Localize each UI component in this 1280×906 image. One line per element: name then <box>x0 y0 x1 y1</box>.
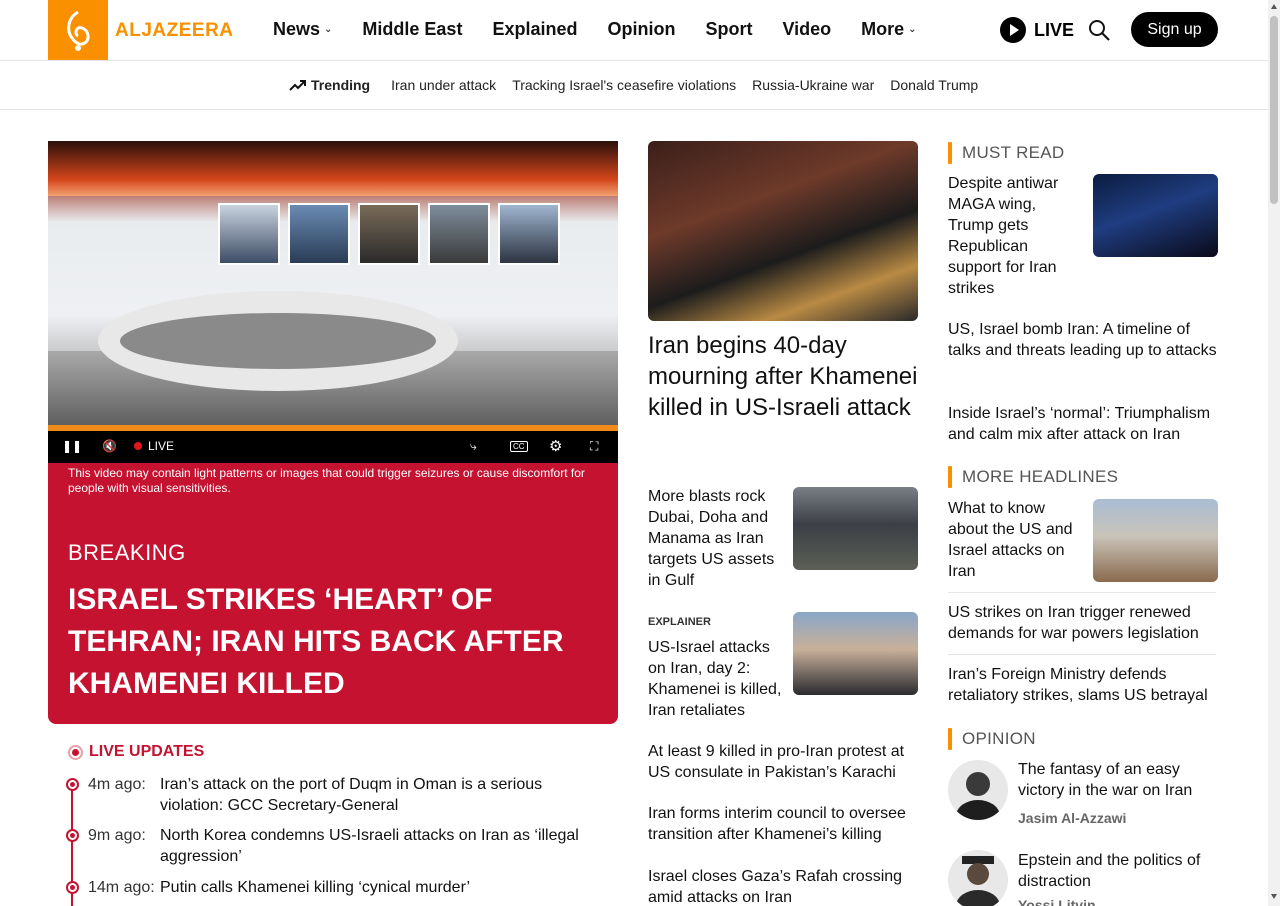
pause-icon[interactable]: ❚❚ <box>62 439 82 453</box>
breaking-label: BREAKING <box>68 540 186 565</box>
opinion-author[interactable]: Jasim Al-Azzawi <box>1018 810 1126 826</box>
video-live-indicator: LIVE <box>134 439 174 453</box>
video-guest-screen <box>498 203 560 265</box>
search-icon[interactable] <box>1087 18 1111 42</box>
breaking-news-box[interactable]: This video may contain light patterns or… <box>48 463 618 724</box>
more-headlines-title: MORE HEADLINES <box>948 466 1118 488</box>
seizure-warning: This video may contain light patterns or… <box>68 466 585 495</box>
author-avatar[interactable] <box>948 760 1008 820</box>
mid-story-title[interactable]: US-Israel attacks on Iran, day 2: Khamen… <box>648 637 788 721</box>
city-skyline-photo[interactable] <box>1093 499 1218 582</box>
update-text[interactable]: Putin calls Khamenei killing ‘cynical mu… <box>160 877 590 898</box>
nav-sport[interactable]: Sport <box>705 19 752 40</box>
mid-story-title[interactable]: More blasts rock Dubai, Doha and Manama … <box>648 486 788 591</box>
trending-link[interactable]: Russia-Ukraine war <box>752 77 874 93</box>
signup-button[interactable]: Sign up <box>1131 12 1218 47</box>
must-read-feature[interactable]: Despite antiwar MAGA wing, Trump gets Re… <box>948 173 1073 299</box>
scroll-down-arrow-icon[interactable] <box>1271 894 1277 899</box>
must-read-link[interactable]: US, Israel bomb Iran: A timeline of talk… <box>948 319 1218 361</box>
update-time: 14m ago: <box>88 879 155 896</box>
opinion-title: OPINION <box>948 728 1036 750</box>
nav-opinion[interactable]: Opinion <box>607 19 675 40</box>
dubai-smoke-photo[interactable] <box>793 487 918 570</box>
main-nav: News ⌄ Middle East Explained Opinion Spor… <box>273 19 947 40</box>
video-guest-screen <box>358 203 420 265</box>
opinion-title-link[interactable]: The fantasy of an easy victory in the wa… <box>1018 759 1218 801</box>
nav-more[interactable]: More ⌄ <box>861 19 916 40</box>
update-time: 4m ago: <box>88 776 146 793</box>
section-accent-bar <box>948 466 952 488</box>
live-dot-icon <box>134 442 142 450</box>
video-guest-screen <box>428 203 490 265</box>
author-avatar[interactable] <box>948 850 1008 906</box>
live-pulse-icon <box>68 744 83 760</box>
mid-link[interactable]: Israel closes Gaza’s Rafah crossing amid… <box>648 866 918 906</box>
mid-main-headline[interactable]: Iran begins 40-day mourning after Khamen… <box>648 330 918 423</box>
opinion-author[interactable]: Yossi Litvin <box>1018 897 1096 906</box>
mourning-photo[interactable] <box>648 141 918 321</box>
live-button[interactable]: LIVE <box>1000 17 1074 43</box>
settings-gear-icon[interactable]: ⚙ <box>549 437 562 455</box>
live-video-player[interactable] <box>48 141 618 431</box>
captions-icon[interactable]: CC <box>510 441 528 452</box>
must-read-title: MUST READ <box>948 142 1065 164</box>
opinion-title-link[interactable]: Epstein and the politics of distraction <box>1018 850 1218 892</box>
update-time: 9m ago: <box>88 827 146 844</box>
scroll-up-arrow-icon[interactable] <box>1271 4 1277 9</box>
video-guest-screen <box>288 203 350 265</box>
more-headlines-link[interactable]: Iran’s Foreign Ministry defends retaliat… <box>948 664 1218 706</box>
timeline-dot-icon <box>66 829 79 842</box>
timeline-dot-icon <box>66 778 79 791</box>
update-text[interactable]: North Korea condemns US-Israeli attacks … <box>160 825 590 867</box>
trending-link[interactable]: Donald Trump <box>890 77 978 93</box>
tehran-crowd-photo[interactable] <box>793 612 918 695</box>
video-studio-ceiling <box>48 141 618 196</box>
trending-link[interactable]: Tracking Israel's ceasefire violations <box>512 77 736 93</box>
trending-link[interactable]: Iran under attack <box>391 77 496 93</box>
live-update-item[interactable]: 14m ago: Putin calls Khamenei killing ‘c… <box>66 877 596 899</box>
must-read-link[interactable]: Inside Israel’s ‘normal’: Triumphalism a… <box>948 403 1218 445</box>
nav-news[interactable]: News ⌄ <box>273 19 332 40</box>
mid-link[interactable]: At least 9 killed in pro-Iran protest at… <box>648 741 918 783</box>
site-header: ALJAZEERA News ⌄ Middle East Explained Op… <box>0 0 1268 61</box>
play-icon <box>1000 17 1026 43</box>
divider <box>948 654 1216 655</box>
divider <box>948 592 1216 593</box>
nav-video[interactable]: Video <box>782 19 831 40</box>
section-accent-bar <box>948 142 952 164</box>
share-icon[interactable]: ⤷ <box>470 439 477 454</box>
scroll-thumb[interactable] <box>1270 16 1278 204</box>
logo-wordmark[interactable]: ALJAZEERA <box>115 20 234 42</box>
mute-icon[interactable]: 🔇 <box>102 439 117 453</box>
aljazeera-logo-icon[interactable] <box>48 0 108 60</box>
section-accent-bar <box>948 728 952 750</box>
live-updates-title[interactable]: LIVE UPDATES <box>68 743 204 761</box>
mid-link[interactable]: Iran forms interim council to oversee tr… <box>648 803 918 845</box>
breaking-headline[interactable]: ISRAEL STRIKES ‘HEART’ OF TEHRAN; IRAN H… <box>68 579 588 705</box>
update-text[interactable]: Iran’s attack on the port of Duqm in Oma… <box>160 774 590 816</box>
chevron-down-icon: ⌄ <box>324 24 333 35</box>
live-label: LIVE <box>1034 19 1075 40</box>
more-headlines-feature[interactable]: What to know about the US and Israel att… <box>948 498 1073 582</box>
trending-label: Trending <box>289 77 370 93</box>
timeline-dot-icon <box>66 881 79 894</box>
more-headlines-link[interactable]: US strikes on Iran trigger renewed deman… <box>948 602 1218 644</box>
video-anchor-desk <box>98 291 458 391</box>
explainer-tag: EXPLAINER <box>648 616 711 628</box>
chevron-down-icon: ⌄ <box>908 24 917 35</box>
video-guest-screen <box>218 203 280 265</box>
page-scrollbar[interactable] <box>1268 0 1280 906</box>
maga-stage-photo[interactable] <box>1093 174 1218 257</box>
nav-explained[interactable]: Explained <box>492 19 577 40</box>
live-update-item[interactable]: 9m ago: North Korea condemns US-Israeli … <box>66 825 596 869</box>
live-update-item[interactable]: 4m ago: Iran’s attack on the port of Duq… <box>66 774 596 818</box>
fullscreen-icon[interactable]: ⛶ <box>590 439 598 454</box>
trending-bar: Trending Iran under attack Tracking Isra… <box>0 61 1268 110</box>
nav-middle-east[interactable]: Middle East <box>362 19 462 40</box>
trending-up-icon <box>289 80 306 91</box>
video-controls: ❚❚ 🔇 LIVE ⤷ CC ⚙ ⛶ <box>48 431 618 463</box>
